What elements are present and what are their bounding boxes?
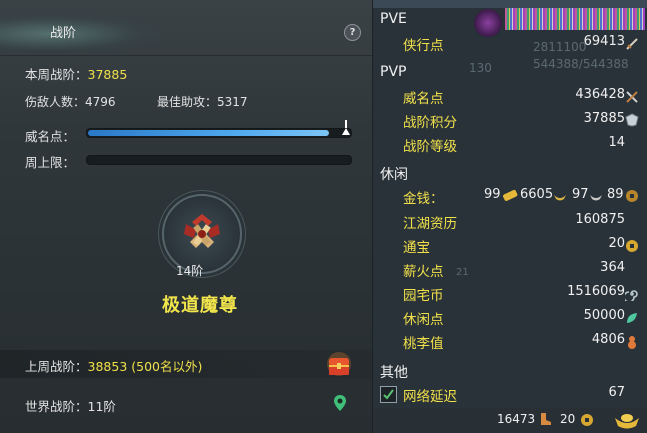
- cross-blades-icon: [626, 91, 638, 103]
- boot-icon: [541, 413, 551, 425]
- skill-orb-icon: [474, 9, 502, 37]
- row-taoli: 桃李值 4806: [373, 332, 647, 354]
- world-rank-value: 11阶: [87, 399, 116, 414]
- kills-label: 伤敌人数：: [25, 95, 86, 109]
- world-rank-row: 世界战阶：11阶: [25, 396, 116, 415]
- row-value: 50000: [583, 308, 625, 323]
- row-money: 金钱： 99 6605 97 89: [373, 187, 647, 209]
- row-house-coin: 园宅币 1516069: [373, 284, 647, 306]
- row-value: 436428: [575, 87, 625, 102]
- progress-marker-line: [345, 120, 347, 128]
- crest-icon: [625, 113, 639, 127]
- row-value: 20: [608, 236, 625, 251]
- row-experience: 江湖资历 160875: [373, 212, 647, 234]
- row-label: 园宅币: [403, 288, 444, 304]
- top-strip: [373, 0, 647, 8]
- row-value: 69413: [583, 34, 625, 49]
- glitch-strip: [505, 8, 645, 30]
- bg-number-3: 130: [469, 61, 492, 75]
- row-label: 金钱：: [403, 191, 444, 207]
- copper-ingot-icon: [590, 195, 602, 201]
- row-label: 江湖资历: [403, 216, 457, 232]
- gourd-icon: [628, 336, 636, 349]
- last-week-row: 上周战阶：38853 (500名以外): [25, 356, 202, 375]
- weekly-cap-label: 周上限：: [25, 155, 76, 170]
- row-label: 桃李值: [403, 336, 444, 352]
- row-value: 4806: [591, 332, 625, 347]
- section-pvp: PVP: [380, 64, 407, 80]
- weekly-rank-value: 37885: [87, 67, 128, 82]
- row-label: 战阶等级: [403, 139, 457, 155]
- row-value: 14: [608, 135, 625, 150]
- tab-battle-rank[interactable]: 战阶: [50, 22, 76, 41]
- kills-stat: 伤敌人数：4796: [25, 93, 116, 110]
- coin-icon: [581, 414, 593, 426]
- gold-ingot-icon[interactable]: [613, 410, 641, 430]
- row-rank-level: 战阶等级 14: [373, 135, 647, 157]
- row-leisure-points: 休闲点 50000: [373, 308, 647, 330]
- row-label: 威名点: [403, 91, 444, 107]
- reward-chest-icon[interactable]: [325, 352, 353, 378]
- section-leisure: 休闲: [380, 167, 408, 183]
- money-silver-value: 6605: [520, 187, 554, 202]
- bronze-coin-icon: [626, 190, 638, 202]
- prestige-progress-bar: [86, 128, 352, 138]
- row-latency: 网络延迟 67: [373, 385, 647, 407]
- row-tongbao: 通宝 20: [373, 236, 647, 258]
- battle-rank-panel: 战阶 ? 本周战阶：37885 伤敌人数：4796 最佳助攻：5317 威名点：…: [0, 0, 372, 433]
- help-button[interactable]: ?: [344, 24, 361, 41]
- row-label: 薪火点: [403, 264, 444, 280]
- row-rank-points: 战阶积分 37885: [373, 111, 647, 133]
- row-label: 网络延迟: [403, 389, 457, 405]
- money-iron-value: 89: [607, 187, 624, 202]
- row-label: 战阶积分: [403, 115, 457, 131]
- section-other: 其他: [380, 365, 408, 381]
- coin-icon: [626, 240, 638, 252]
- section-pve: PVE: [380, 11, 407, 27]
- world-rank-label: 世界战阶：: [25, 399, 88, 414]
- bg-number-2: 544388/544388: [533, 57, 629, 71]
- assist-value: 5317: [217, 95, 248, 109]
- tab-header-glow: [0, 14, 160, 50]
- row-value: 160875: [575, 212, 625, 227]
- rank-level: 14阶: [176, 264, 204, 278]
- row-label: 休闲点: [403, 312, 444, 328]
- assist-stat: 最佳助攻：5317: [157, 93, 248, 110]
- prestige-label: 威名点：: [25, 129, 76, 144]
- location-pin-icon[interactable]: [333, 394, 347, 412]
- weekly-rank-row: 本周战阶：37885: [25, 64, 127, 83]
- rank-title: 极道魔尊: [162, 295, 238, 316]
- spiral-icon: [625, 290, 638, 301]
- gold-ingot-icon: [503, 189, 518, 201]
- silver-ingot-icon: [554, 195, 566, 201]
- assist-label: 最佳助攻：: [157, 95, 218, 109]
- weekly-rank-label: 本周战阶：: [25, 67, 88, 82]
- bottom-value-2: 20: [560, 412, 576, 426]
- prestige-progress-fill: [88, 130, 329, 136]
- last-week-label: 上周战阶：: [25, 359, 88, 374]
- currency-tooltip-panel: 2811100 544388/544388 130 21 PVE 侠行点 694…: [373, 0, 647, 433]
- divider: [0, 55, 372, 56]
- row-value: 1516069: [567, 284, 625, 299]
- row-label: 通宝: [403, 240, 430, 256]
- sword-icon: [626, 38, 638, 50]
- money-gold-value: 99: [484, 187, 501, 202]
- progress-marker-icon: [342, 128, 350, 135]
- money-copper-value: 97: [572, 187, 589, 202]
- row-xiaxing: 侠行点 69413: [373, 34, 647, 56]
- bottom-value-1: 16473: [497, 412, 536, 426]
- row-value: 37885: [583, 111, 625, 126]
- kills-value: 4796: [85, 95, 116, 109]
- weekly-cap-progress-bar: [86, 155, 352, 165]
- row-value: 67: [608, 385, 625, 400]
- bottom-status-bar: 16473 20: [373, 408, 647, 433]
- last-week-value: 38853 (500名以外): [87, 359, 203, 374]
- row-xinhuo: 薪火点 364: [373, 260, 647, 282]
- leaf-icon: [627, 313, 637, 323]
- row-value: 364: [600, 260, 625, 275]
- rank-emblem-icon: [184, 214, 220, 248]
- row-prestige: 威名点 436428: [373, 87, 647, 109]
- row-label: 侠行点: [403, 38, 444, 54]
